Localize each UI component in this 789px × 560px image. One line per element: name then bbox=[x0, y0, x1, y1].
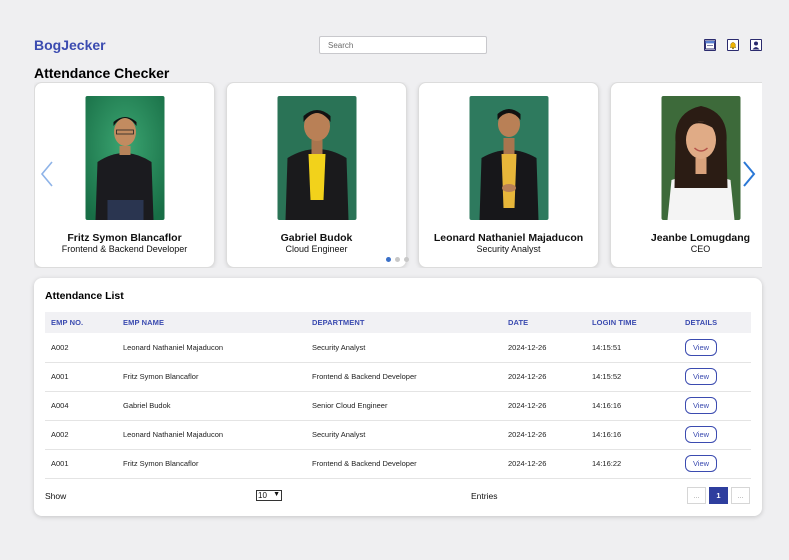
table-row: A002 Leonard Nathaniel Majaducon Securit… bbox=[45, 420, 751, 450]
page-title: Attendance Checker bbox=[34, 65, 170, 81]
department-cell: Security Analyst bbox=[306, 333, 502, 363]
emp-name-cell: Leonard Nathaniel Majaducon bbox=[117, 420, 306, 450]
entries-select-value: 10 bbox=[258, 491, 267, 500]
employee-card[interactable]: Jeanbe Lomugdang CEO bbox=[610, 82, 762, 268]
employee-photo bbox=[469, 96, 548, 220]
date-cell: 2024-12-26 bbox=[502, 420, 586, 450]
details-cell: View bbox=[679, 420, 751, 450]
table-row: A002 Leonard Nathaniel Majaducon Securit… bbox=[45, 333, 751, 363]
emp-name-cell: Gabriel Budok bbox=[117, 391, 306, 421]
employee-card[interactable]: Gabriel Budok Cloud Engineer bbox=[226, 82, 407, 268]
table-row: A001 Fritz Symon Blancaflor Frontend & B… bbox=[45, 362, 751, 392]
chevron-down-icon: ▼ bbox=[273, 491, 280, 498]
login-time-cell: 14:16:16 bbox=[586, 391, 679, 421]
attendance-panel: Attendance List EMP NO. EMP NAME DEPARTM… bbox=[34, 278, 762, 516]
carousel-prev-button[interactable] bbox=[40, 161, 54, 187]
table-row: A004 Gabriel Budok Senior Cloud Engineer… bbox=[45, 391, 751, 421]
carousel-dot[interactable] bbox=[395, 257, 400, 262]
view-button[interactable]: View bbox=[685, 426, 717, 443]
employee-card[interactable]: Leonard Nathaniel Majaducon Security Ana… bbox=[418, 82, 599, 268]
pagination-prev-button[interactable]: ... bbox=[687, 487, 706, 504]
department-cell: Senior Cloud Engineer bbox=[306, 391, 502, 421]
employee-role: Frontend & Backend Developer bbox=[61, 244, 188, 254]
table-row: A001 Fritz Symon Blancaflor Frontend & B… bbox=[45, 449, 751, 479]
details-cell: View bbox=[679, 391, 751, 421]
column-header[interactable]: LOGIN TIME bbox=[586, 312, 679, 333]
brand-logo[interactable]: BogJecker bbox=[34, 37, 106, 53]
department-cell: Security Analyst bbox=[306, 420, 502, 450]
search-input[interactable] bbox=[319, 36, 487, 54]
view-button[interactable]: View bbox=[685, 397, 717, 414]
emp-no-cell: A002 bbox=[45, 420, 117, 450]
attendance-title: Attendance List bbox=[45, 290, 124, 302]
carousel-dot[interactable] bbox=[386, 257, 391, 262]
view-button[interactable]: View bbox=[685, 368, 717, 385]
employee-photo bbox=[277, 96, 356, 220]
pagination: ... 1 ... bbox=[687, 487, 750, 504]
emp-no-cell: A002 bbox=[45, 333, 117, 363]
entries-select[interactable]: 10 ▼ bbox=[256, 490, 282, 501]
emp-no-cell: A004 bbox=[45, 391, 117, 421]
details-cell: View bbox=[679, 362, 751, 392]
details-cell: View bbox=[679, 449, 751, 479]
column-header[interactable]: DEPARTMENT bbox=[306, 312, 502, 333]
date-cell: 2024-12-26 bbox=[502, 391, 586, 421]
department-cell: Frontend & Backend Developer bbox=[306, 449, 502, 479]
employee-photo bbox=[661, 96, 740, 220]
pagination-next-button[interactable]: ... bbox=[731, 487, 750, 504]
emp-no-cell: A001 bbox=[45, 362, 117, 392]
employee-card[interactable]: Fritz Symon Blancaflor Frontend & Backen… bbox=[34, 82, 215, 268]
attendance-table: EMP NO. EMP NAME DEPARTMENT DATE LOGIN T… bbox=[45, 312, 751, 479]
employee-photo bbox=[85, 96, 164, 220]
emp-name-cell: Fritz Symon Blancaflor bbox=[117, 362, 306, 392]
column-header[interactable]: EMP NAME bbox=[117, 312, 306, 333]
employee-carousel: Fritz Symon Blancaflor Frontend & Backen… bbox=[34, 82, 762, 268]
employee-name: Gabriel Budok bbox=[280, 232, 353, 244]
department-cell: Frontend & Backend Developer bbox=[306, 362, 502, 392]
emp-name-cell: Leonard Nathaniel Majaducon bbox=[117, 333, 306, 363]
pagination-page-button[interactable]: 1 bbox=[709, 487, 728, 504]
view-button[interactable]: View bbox=[685, 455, 717, 472]
carousel-next-button[interactable] bbox=[742, 161, 756, 187]
column-header[interactable]: EMP NO. bbox=[45, 312, 117, 333]
date-cell: 2024-12-26 bbox=[502, 449, 586, 479]
view-button[interactable]: View bbox=[685, 338, 717, 356]
date-cell: 2024-12-26 bbox=[502, 362, 586, 392]
emp-name-cell: Fritz Symon Blancaflor bbox=[117, 449, 306, 479]
chevron-left-icon bbox=[40, 161, 53, 187]
details-cell: View bbox=[679, 333, 751, 363]
date-cell: 2024-12-26 bbox=[502, 333, 586, 363]
table-header-row: EMP NO. EMP NAME DEPARTMENT DATE LOGIN T… bbox=[45, 312, 751, 333]
carousel-dots bbox=[386, 257, 409, 262]
column-header[interactable]: DATE bbox=[502, 312, 586, 333]
calendar-icon[interactable] bbox=[704, 39, 716, 51]
login-time-cell: 14:16:16 bbox=[586, 420, 679, 450]
chevron-right-icon bbox=[743, 161, 756, 187]
login-time-cell: 14:15:52 bbox=[586, 362, 679, 392]
employee-role: CEO bbox=[690, 244, 711, 254]
show-label: Show bbox=[45, 491, 67, 501]
login-time-cell: 14:16:22 bbox=[586, 449, 679, 479]
login-time-cell: 14:15:51 bbox=[586, 333, 679, 363]
employee-role: Cloud Engineer bbox=[285, 244, 348, 254]
carousel-dot[interactable] bbox=[404, 257, 409, 262]
entries-label: Entries bbox=[471, 491, 498, 501]
bell-icon[interactable] bbox=[727, 39, 739, 51]
column-header[interactable]: DETAILS bbox=[679, 312, 751, 333]
profile-icon[interactable] bbox=[750, 39, 762, 51]
employee-role: Security Analyst bbox=[476, 244, 541, 254]
emp-no-cell: A001 bbox=[45, 449, 117, 479]
employee-name: Leonard Nathaniel Majaducon bbox=[433, 232, 584, 244]
employee-name: Jeanbe Lomugdang bbox=[650, 232, 751, 244]
employee-name: Fritz Symon Blancaflor bbox=[67, 232, 182, 244]
